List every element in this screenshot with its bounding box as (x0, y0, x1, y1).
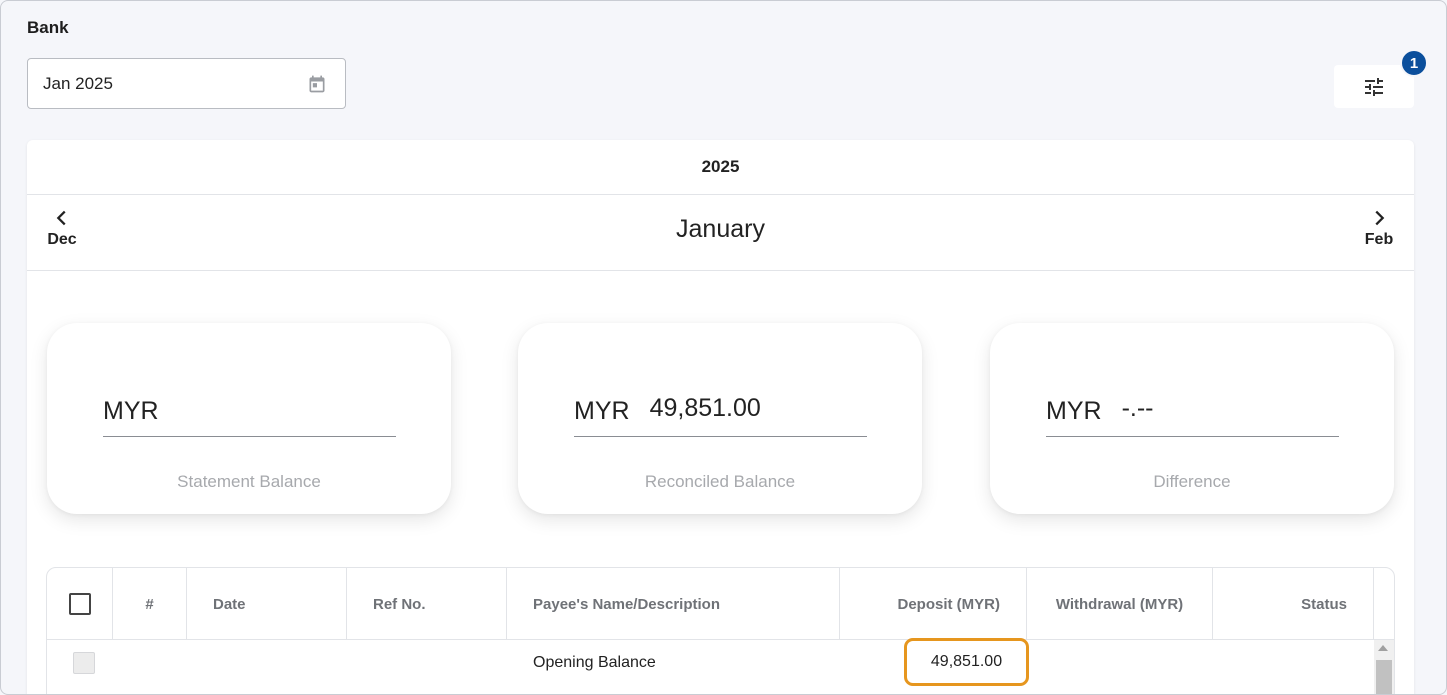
column-header-number[interactable]: # (113, 568, 187, 640)
row-deposit-highlighted: 49,851.00 (904, 638, 1029, 686)
currency-label: MYR (1046, 397, 1102, 425)
statement-balance-card: MYR Statement Balance (47, 323, 451, 514)
select-all-checkbox[interactable] (68, 593, 91, 615)
select-all-cell (47, 568, 113, 640)
difference-value: -.-- (1121, 394, 1154, 422)
page-title: Bank (27, 18, 69, 37)
difference-card: MYR -.-- Difference (990, 323, 1394, 514)
currency-label: MYR (103, 397, 159, 425)
difference-field: MYR -.-- (1046, 393, 1339, 437)
column-header-deposit[interactable]: Deposit (MYR) (840, 568, 1027, 640)
chevron-right-icon (1375, 210, 1385, 226)
difference-caption: Difference (1153, 472, 1231, 491)
filter-count-badge: 1 (1400, 49, 1428, 77)
reconciled-balance-card: MYR 49,851.00 Reconciled Balance (518, 323, 922, 514)
row-checkbox (73, 652, 95, 674)
scroll-up-arrow-icon[interactable] (1378, 645, 1388, 651)
statement-balance-caption: Statement Balance (177, 472, 321, 491)
column-header-description[interactable]: Payee's Name/Description (507, 568, 840, 640)
next-month-label: Feb (1364, 231, 1394, 248)
month-navigator: Dec January Feb (27, 195, 1414, 271)
column-header-ref[interactable]: Ref No. (347, 568, 507, 640)
row-number (113, 640, 187, 686)
row-description: Opening Balance (533, 654, 656, 671)
reconciled-balance-field: MYR 49,851.00 (574, 393, 867, 437)
month-picker-value: Jan 2025 (43, 73, 113, 93)
column-header-status[interactable]: Status (1213, 568, 1374, 640)
tune-icon (1365, 77, 1383, 96)
row-checkbox-cell (73, 640, 95, 686)
column-header-withdrawal[interactable]: Withdrawal (MYR) (1027, 568, 1213, 640)
table-row[interactable]: Opening Balance (47, 640, 1394, 690)
current-month: January (676, 215, 765, 243)
statement-balance-input[interactable]: MYR (103, 393, 396, 437)
reconciled-balance-caption: Reconciled Balance (644, 472, 796, 491)
currency-label: MYR (574, 397, 630, 425)
reconciled-balance-value: 49,851.00 (649, 394, 761, 422)
table-header: # Date Ref No. Payee's Name/Description … (47, 568, 1394, 640)
calendar-icon[interactable] (307, 74, 327, 94)
next-month-button[interactable]: Feb (1354, 207, 1404, 249)
table-scrollbar[interactable] (1374, 640, 1394, 694)
reconciliation-panel: 2025 Dec January Feb MYR Statement Balan… (27, 140, 1414, 694)
scroll-thumb[interactable] (1376, 660, 1392, 694)
year-header: 2025 (27, 140, 1414, 195)
column-header-date[interactable]: Date (187, 568, 347, 640)
year-label: 2025 (701, 157, 740, 176)
app-frame: Bank Jan 2025 1 2025 Dec January Feb MYR… (0, 0, 1447, 695)
transactions-table: # Date Ref No. Payee's Name/Description … (46, 567, 1395, 694)
month-picker-input[interactable]: Jan 2025 (27, 58, 346, 109)
